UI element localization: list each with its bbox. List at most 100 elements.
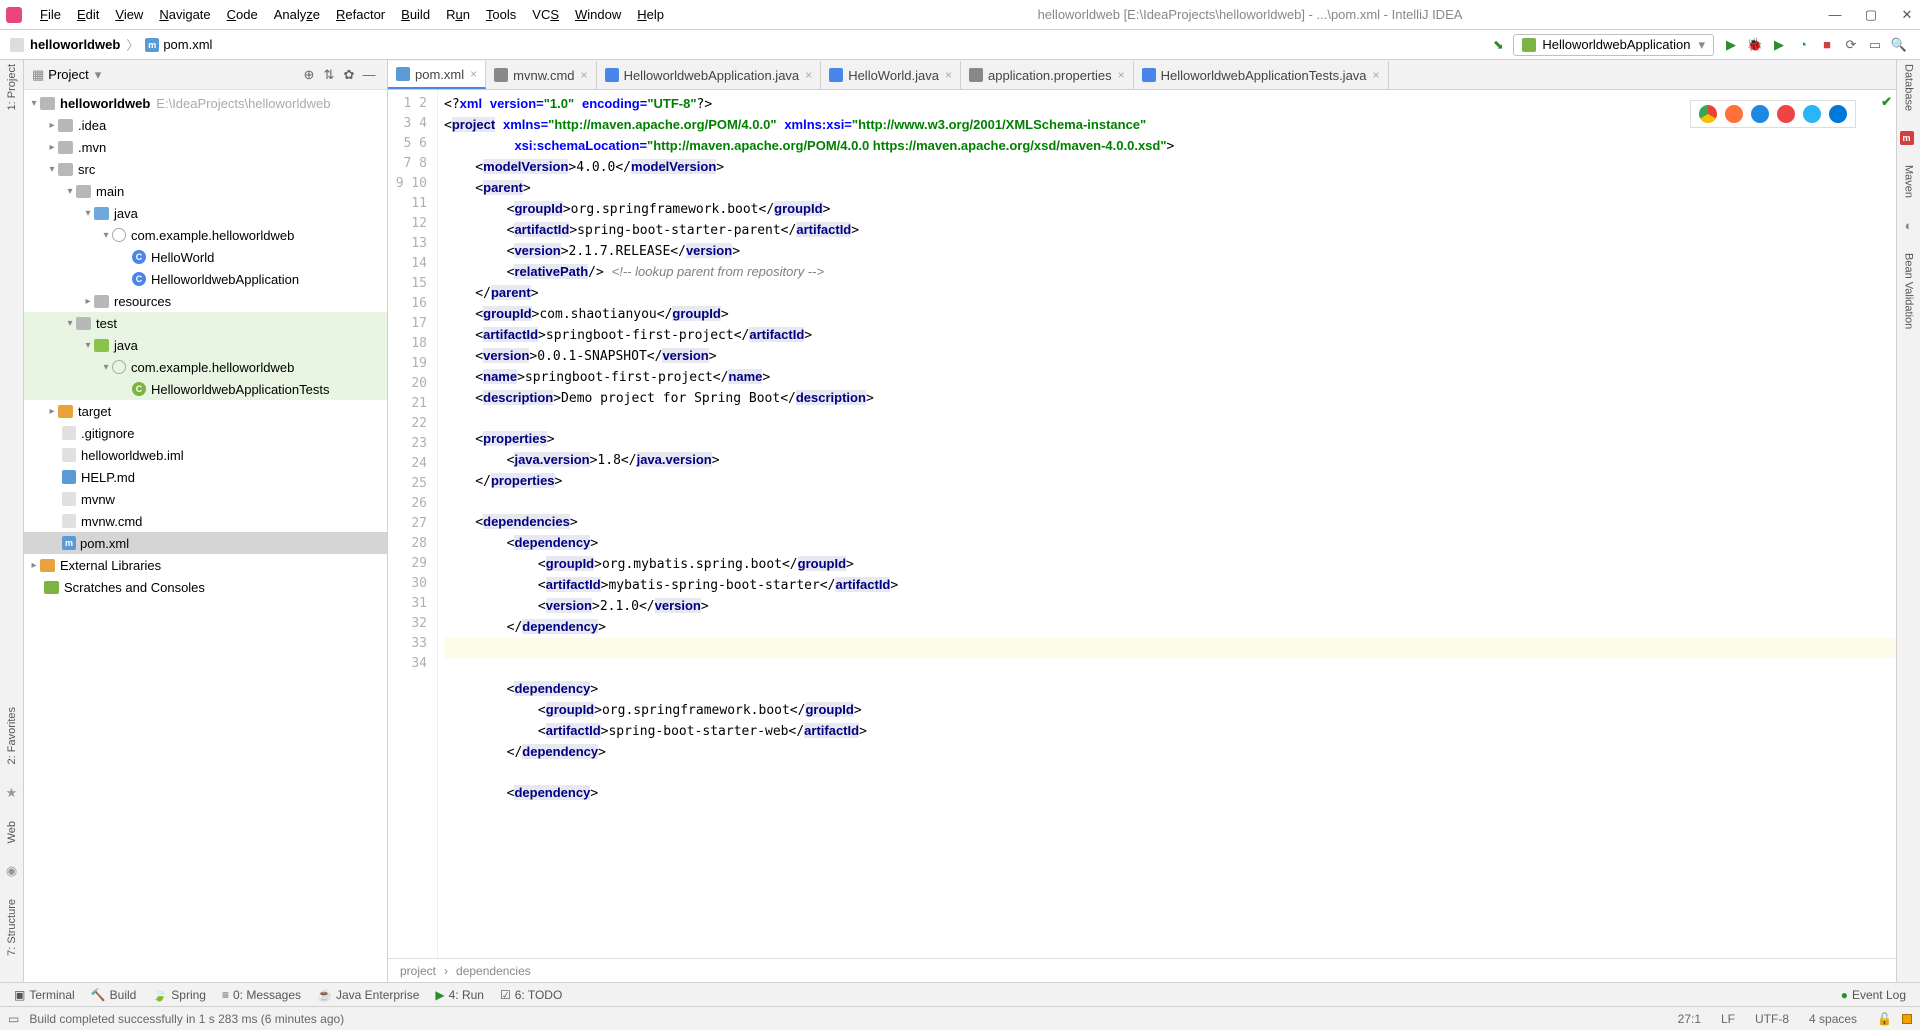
menu-tools[interactable]: Tools	[478, 7, 524, 22]
breadcrumb-project[interactable]: helloworldweb	[10, 37, 120, 52]
right-tool-rail: Database m Maven ◐ Bean Validation	[1896, 60, 1920, 982]
status-bar: ▭ Build completed successfully in 1 s 28…	[0, 1006, 1920, 1030]
window-title: helloworldweb [E:\IdeaProjects\helloworl…	[672, 7, 1828, 22]
globe-icon: ◉	[6, 863, 17, 879]
project-panel: ▦ Project ▾ ⊕ ⇅ ✿ — ▾helloworldwebE:\Ide…	[24, 60, 388, 982]
run-config-selector[interactable]: HelloworldwebApplication ▾	[1513, 34, 1714, 56]
menu-code[interactable]: Code	[219, 7, 266, 22]
line-separator[interactable]: LF	[1711, 1012, 1745, 1026]
minimize-button[interactable]: —	[1828, 7, 1842, 23]
menu-window[interactable]: Window	[567, 7, 629, 22]
lock-icon[interactable]: 🔓	[1867, 1012, 1902, 1026]
menubar: File Edit View Navigate Code Analyze Ref…	[0, 0, 1920, 30]
tab-close-icon[interactable]: ×	[1373, 68, 1380, 82]
menu-analyze[interactable]: Analyze	[266, 7, 328, 22]
gear-icon[interactable]: ✿	[339, 67, 359, 83]
inspection-ok-icon: ✔	[1881, 94, 1892, 110]
rail-database[interactable]: Database	[1903, 64, 1915, 111]
build-icon[interactable]: ⬊	[1487, 34, 1509, 56]
hide-icon[interactable]: —	[359, 67, 379, 82]
tab-close-icon[interactable]: ×	[945, 68, 952, 82]
code-content[interactable]: <?xml version="1.0" encoding="UTF-8"?> <…	[438, 90, 1896, 958]
search-icon[interactable]: 🔍	[1888, 34, 1910, 56]
terminal-tool[interactable]: ▣ Terminal	[6, 988, 83, 1002]
profile-icon[interactable]: ◔	[1792, 34, 1814, 56]
editor-breadcrumb: project › dependencies	[388, 958, 1896, 982]
menu-file[interactable]: File	[32, 7, 69, 22]
rail-structure[interactable]: 7: Structure	[6, 899, 18, 956]
editor-tab[interactable]: pom.xml×	[388, 61, 486, 89]
project-panel-title: Project	[48, 67, 88, 82]
menu-build[interactable]: Build	[393, 7, 438, 22]
project-panel-header: ▦ Project ▾ ⊕ ⇅ ✿ —	[24, 60, 387, 90]
notify-icon[interactable]: ▭	[8, 1012, 19, 1026]
editor-tab[interactable]: HelloworldwebApplication.java×	[597, 61, 822, 89]
menu-refactor[interactable]: Refactor	[328, 7, 393, 22]
spring-tool[interactable]: 🍃 Spring	[144, 988, 214, 1002]
left-tool-rail: 1: Project 2: Favorites ★ Web ◉ 7: Struc…	[0, 60, 24, 982]
rail-web[interactable]: Web	[6, 821, 18, 843]
crumb-dependencies[interactable]: dependencies	[456, 964, 531, 978]
rail-maven[interactable]: Maven	[1903, 165, 1915, 198]
maximize-button[interactable]: ▢	[1864, 7, 1878, 23]
editor-tab[interactable]: application.properties×	[961, 61, 1134, 89]
rail-project[interactable]: 1: Project	[6, 64, 18, 110]
tab-close-icon[interactable]: ×	[581, 68, 588, 82]
todo-tool[interactable]: ☑ 6: TODO	[492, 988, 570, 1002]
javaee-tool[interactable]: ☕ Java Enterprise	[309, 988, 427, 1002]
edge-icon[interactable]	[1829, 105, 1847, 123]
menu-edit[interactable]: Edit	[69, 7, 107, 22]
rail-bean-validation[interactable]: Bean Validation	[1903, 253, 1915, 329]
menu-run[interactable]: Run	[438, 7, 478, 22]
app-icon	[6, 7, 22, 23]
ie-icon[interactable]	[1803, 105, 1821, 123]
menu-vcs[interactable]: VCS	[524, 7, 567, 22]
menu-navigate[interactable]: Navigate	[151, 7, 218, 22]
editor-tab[interactable]: HelloWorld.java×	[821, 61, 961, 89]
bottom-tool-bar: ▣ Terminal 🔨 Build 🍃 Spring ≡ 0: Message…	[0, 982, 1920, 1006]
project-tree[interactable]: ▾helloworldwebE:\IdeaProjects\helloworld…	[24, 90, 387, 982]
opera-icon[interactable]	[1777, 105, 1795, 123]
layout-icon[interactable]: ▭	[1864, 34, 1886, 56]
locate-icon[interactable]: ⊕	[299, 67, 319, 83]
expand-icon[interactable]: ⇅	[319, 67, 339, 83]
browser-preview-bar	[1690, 100, 1856, 128]
indent[interactable]: 4 spaces	[1799, 1012, 1867, 1026]
editor-area: pom.xml×mvnw.cmd×HelloworldwebApplicatio…	[388, 60, 1896, 982]
window-controls: — ▢ ✕	[1828, 7, 1914, 23]
messages-tool[interactable]: ≡ 0: Messages	[214, 988, 309, 1002]
update-icon[interactable]: ⟳	[1840, 34, 1862, 56]
status-message: Build completed successfully in 1 s 283 …	[19, 1012, 354, 1026]
editor-tab[interactable]: mvnw.cmd×	[486, 61, 596, 89]
spring-leaf-icon	[1522, 38, 1536, 52]
debug-icon[interactable]: 🐞	[1744, 34, 1766, 56]
build-tool[interactable]: 🔨 Build	[83, 988, 145, 1002]
stop-icon[interactable]: ■	[1816, 34, 1838, 56]
crumb-project[interactable]: project	[400, 964, 436, 978]
star-icon: ★	[6, 785, 18, 801]
firefox-icon[interactable]	[1725, 105, 1743, 123]
inspection-icon[interactable]	[1902, 1014, 1912, 1024]
bean-icon: ◐	[1905, 218, 1913, 233]
main-area: 1: Project 2: Favorites ★ Web ◉ 7: Struc…	[0, 60, 1920, 982]
chrome-icon[interactable]	[1699, 105, 1717, 123]
close-button[interactable]: ✕	[1900, 7, 1914, 23]
tab-close-icon[interactable]: ×	[470, 67, 477, 81]
editor-tab[interactable]: HelloworldwebApplicationTests.java×	[1134, 61, 1389, 89]
rail-favorites[interactable]: 2: Favorites	[6, 707, 18, 764]
menu-help[interactable]: Help	[629, 7, 672, 22]
tab-close-icon[interactable]: ×	[805, 68, 812, 82]
event-log-tool[interactable]: ● Event Log	[1833, 988, 1914, 1002]
line-gutter: 1 2 3 4 5 6 7 8 9 10 11 12 13 14 15 16 1…	[388, 90, 438, 958]
coverage-icon[interactable]: ▶	[1768, 34, 1790, 56]
run-tool[interactable]: ▶ 4: Run	[427, 988, 492, 1002]
breadcrumb-file[interactable]: mpom.xml	[145, 37, 212, 52]
code-editor[interactable]: 1 2 3 4 5 6 7 8 9 10 11 12 13 14 15 16 1…	[388, 90, 1896, 958]
run-icon[interactable]: ▶	[1720, 34, 1742, 56]
menu-view[interactable]: View	[107, 7, 151, 22]
safari-icon[interactable]	[1751, 105, 1769, 123]
project-view-selector[interactable]: ▾	[95, 67, 102, 83]
tab-close-icon[interactable]: ×	[1118, 68, 1125, 82]
encoding[interactable]: UTF-8	[1745, 1012, 1799, 1026]
cursor-position[interactable]: 27:1	[1668, 1012, 1711, 1026]
